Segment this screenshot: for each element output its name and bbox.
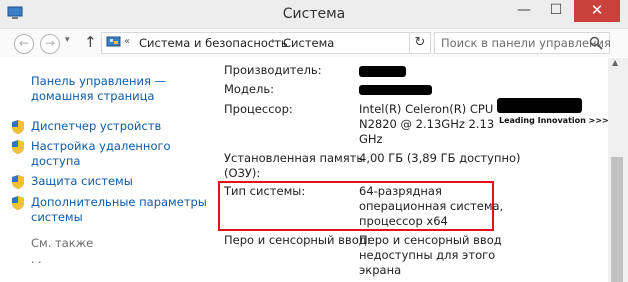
search-input[interactable]: Поиск в панели управления <box>441 36 611 50</box>
system-type-label: Тип системы: <box>224 184 306 198</box>
sidebar-link-device-manager[interactable]: Диспетчер устройств <box>31 119 161 134</box>
system-type-value-line: 64-разрядная <box>359 184 442 198</box>
back-button[interactable]: ← <box>14 34 34 54</box>
search-icon[interactable] <box>589 36 603 50</box>
manufacturer-label: Производитель: <box>224 63 322 77</box>
close-button[interactable]: ✕ <box>574 0 620 22</box>
ram-label: Установленная память (ОЗУ): <box>224 151 363 181</box>
minimize-button[interactable]: — <box>508 0 540 22</box>
ram-label-line: (ОЗУ): <box>224 166 261 180</box>
pen-touch-value: Перо и сенсорный ввод недоступны для это… <box>359 233 502 278</box>
sidebar-link-line: доступа <box>31 154 81 168</box>
system-info-panel: Производитель: Модель: Процессор: Intel(… <box>210 58 609 282</box>
title-bar: Система — ☐ ✕ <box>0 0 628 29</box>
scroll-up-arrow-icon[interactable]: ▲ <box>612 58 618 67</box>
maximize-button[interactable]: ☐ <box>540 0 572 22</box>
pen-touch-label: Перо и сенсорный ввод: <box>224 233 371 247</box>
see-also-heading: См. также <box>31 236 94 250</box>
system-type-value-line: процессор x64 <box>359 214 448 228</box>
sidebar-link-line: системы <box>31 210 83 224</box>
oem-logo-tagline: Leading Innovation >>> <box>499 116 609 125</box>
breadcrumb-overflow-icon[interactable]: « <box>124 36 130 47</box>
processor-label: Процессор: <box>224 102 293 116</box>
control-panel-icon <box>106 36 121 47</box>
shield-icon <box>12 120 24 134</box>
up-arrow-button[interactable]: ↑ <box>84 33 97 51</box>
vertical-scrollbar[interactable]: ▲ <box>608 58 628 282</box>
sidebar-link-line: домашняя страница <box>31 89 155 103</box>
sidebar-link-line: Диспетчер устройств <box>31 119 162 133</box>
manufacturer-value-redacted <box>359 66 406 77</box>
sidebar-link-line: Дополнительные параметры <box>31 195 207 209</box>
address-bar[interactable]: « Система и безопасность › Система ▾ <box>101 32 494 54</box>
shield-icon <box>12 175 24 189</box>
ram-value: 4,00 ГБ (3,89 ГБ доступно) <box>359 151 521 165</box>
sidebar: Панель управления — домашняя страница Ди… <box>0 58 210 282</box>
shield-icon <box>12 140 24 154</box>
see-also-truncated: . . <box>31 253 42 266</box>
model-value-redacted <box>359 85 432 95</box>
model-label: Модель: <box>224 82 274 96</box>
oem-logo-redacted <box>497 98 582 113</box>
processor-value-line: N2820 @ 2.13GHz 2.13 <box>359 117 495 131</box>
processor-value: Intel(R) Celeron(R) CPU N2820 @ 2.13GHz … <box>359 102 494 147</box>
sidebar-link-advanced-system-settings[interactable]: Дополнительные параметры системы <box>31 195 207 225</box>
ram-label-line: Установленная память <box>224 151 364 165</box>
sidebar-link-system-protection[interactable]: Защита системы <box>31 174 133 189</box>
pen-touch-value-line: экрана <box>359 263 402 277</box>
forward-button[interactable]: → <box>40 34 60 54</box>
processor-value-line: GHz <box>359 132 383 146</box>
shield-icon <box>12 196 24 210</box>
system-type-value-line: операционная система, <box>359 199 504 213</box>
pen-touch-value-line: Перо и сенсорный ввод <box>359 233 502 247</box>
sidebar-link-line: Защита системы <box>31 174 133 188</box>
processor-value-line: Intel(R) Celeron(R) CPU <box>359 102 494 116</box>
sidebar-link-line: Панель управления — <box>31 74 167 88</box>
sidebar-link-line: Настройка удаленного <box>31 139 171 153</box>
breadcrumb-system-and-security[interactable]: Система и безопасность <box>139 36 288 50</box>
search-box[interactable]: Поиск в панели управления <box>434 32 611 54</box>
breadcrumb-separator-icon[interactable]: › <box>271 36 275 47</box>
recent-locations-chevron-icon[interactable]: ▾ <box>65 35 70 45</box>
system-type-value: 64-разрядная операционная система, проце… <box>359 184 503 229</box>
sidebar-link-remote-settings[interactable]: Настройка удаленного доступа <box>31 139 171 169</box>
scrollbar-thumb[interactable] <box>611 157 623 282</box>
sidebar-link-control-panel-home[interactable]: Панель управления — домашняя страница <box>31 74 166 104</box>
pen-touch-value-line: недоступны для этого <box>359 248 496 262</box>
breadcrumb-system[interactable]: Система <box>283 36 334 50</box>
refresh-button[interactable]: ↻ <box>410 32 431 54</box>
navigation-bar: ← → ▾ ↑ « Система и безопасность › Систе… <box>0 29 628 57</box>
